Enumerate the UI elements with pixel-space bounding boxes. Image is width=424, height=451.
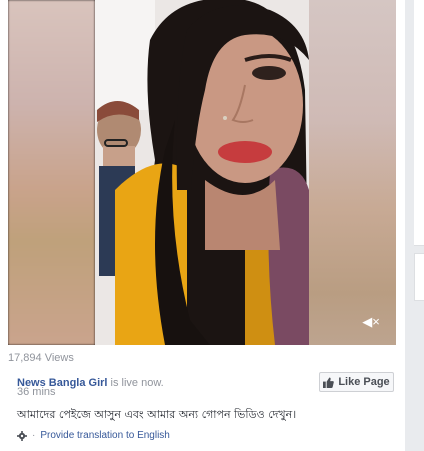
video-blur-left — [8, 0, 95, 345]
like-page-label: Like Page — [338, 376, 390, 388]
post-caption: আমাদের পেইজে আসুন এবং আমার অন্য গোপন ভিড… — [17, 408, 297, 421]
post-timestamp[interactable]: 36 mins — [17, 386, 56, 398]
live-status-text: is live now. — [107, 377, 164, 389]
translation-link[interactable]: Provide translation to English — [40, 430, 170, 441]
post-card: ◀× 17,894 Views News Bangla Girl is live… — [0, 0, 405, 451]
thumbs-up-icon — [323, 376, 335, 388]
video-frame[interactable] — [95, 0, 309, 345]
live-video-player[interactable]: ◀× — [8, 0, 396, 345]
view-count: 17,894 Views — [8, 352, 74, 364]
gear-icon[interactable] — [17, 430, 27, 441]
video-still-image — [95, 0, 309, 345]
mute-icon-glyph: ◀× — [362, 314, 380, 329]
like-page-button[interactable]: Like Page — [319, 372, 394, 392]
separator-dot: · — [32, 430, 36, 441]
mute-icon[interactable]: ◀× — [362, 315, 380, 329]
right-column-card — [414, 0, 424, 246]
video-blur-right — [309, 0, 396, 345]
translation-row: · Provide translation to English — [17, 430, 170, 441]
right-column-card-secondary — [414, 253, 424, 301]
